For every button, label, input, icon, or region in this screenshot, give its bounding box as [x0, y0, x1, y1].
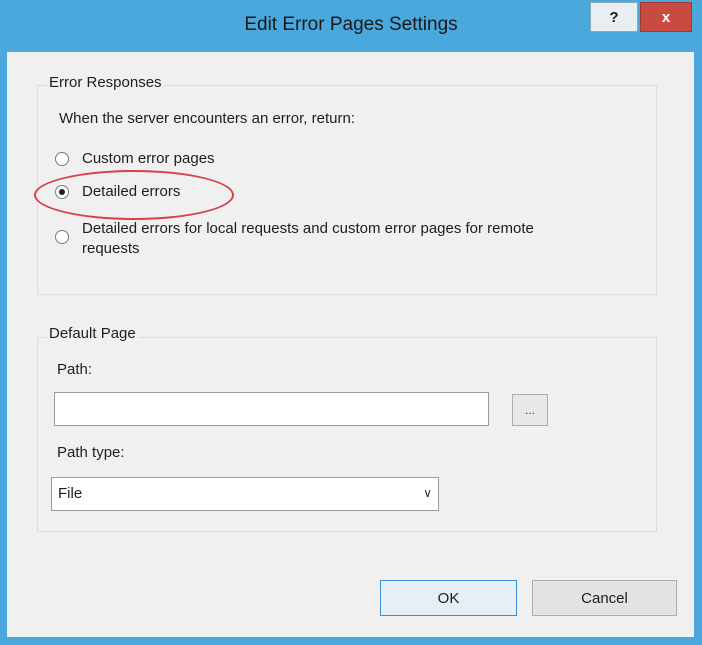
cancel-button[interactable]: Cancel	[532, 580, 677, 616]
path-type-label: Path type:	[57, 444, 125, 461]
close-button[interactable]: x	[640, 2, 692, 32]
help-icon: ?	[609, 8, 619, 26]
chevron-down-icon: ∨	[423, 486, 432, 500]
radio-label-detailed-local-custom-remote[interactable]: Detailed errors for local requests and c…	[82, 219, 552, 259]
path-type-value: File	[58, 485, 83, 502]
radio-custom-error-pages[interactable]	[55, 152, 69, 166]
title-bar: Edit Error Pages Settings ? x	[0, 0, 702, 52]
close-icon: x	[661, 8, 671, 26]
error-responses-label: Error Responses	[47, 74, 164, 91]
default-page-label: Default Page	[47, 325, 138, 342]
radio-label-custom-error-pages[interactable]: Custom error pages	[82, 149, 215, 169]
ellipsis-icon: ...	[524, 403, 535, 417]
highlight-circle	[34, 170, 234, 220]
path-label: Path:	[57, 361, 93, 378]
browse-button[interactable]: ...	[512, 394, 548, 426]
ok-button[interactable]: OK	[380, 580, 517, 616]
help-button[interactable]: ?	[590, 2, 638, 32]
dialog-body: Error Responses When the server encounte…	[7, 52, 694, 637]
radio-detailed-local-custom-remote[interactable]	[55, 230, 69, 244]
path-input[interactable]	[54, 392, 489, 426]
path-type-select[interactable]: File ∨	[51, 477, 439, 511]
dialog-window: Edit Error Pages Settings ? x Error Resp…	[0, 0, 702, 645]
error-responses-prompt: When the server encounters an error, ret…	[59, 110, 355, 127]
